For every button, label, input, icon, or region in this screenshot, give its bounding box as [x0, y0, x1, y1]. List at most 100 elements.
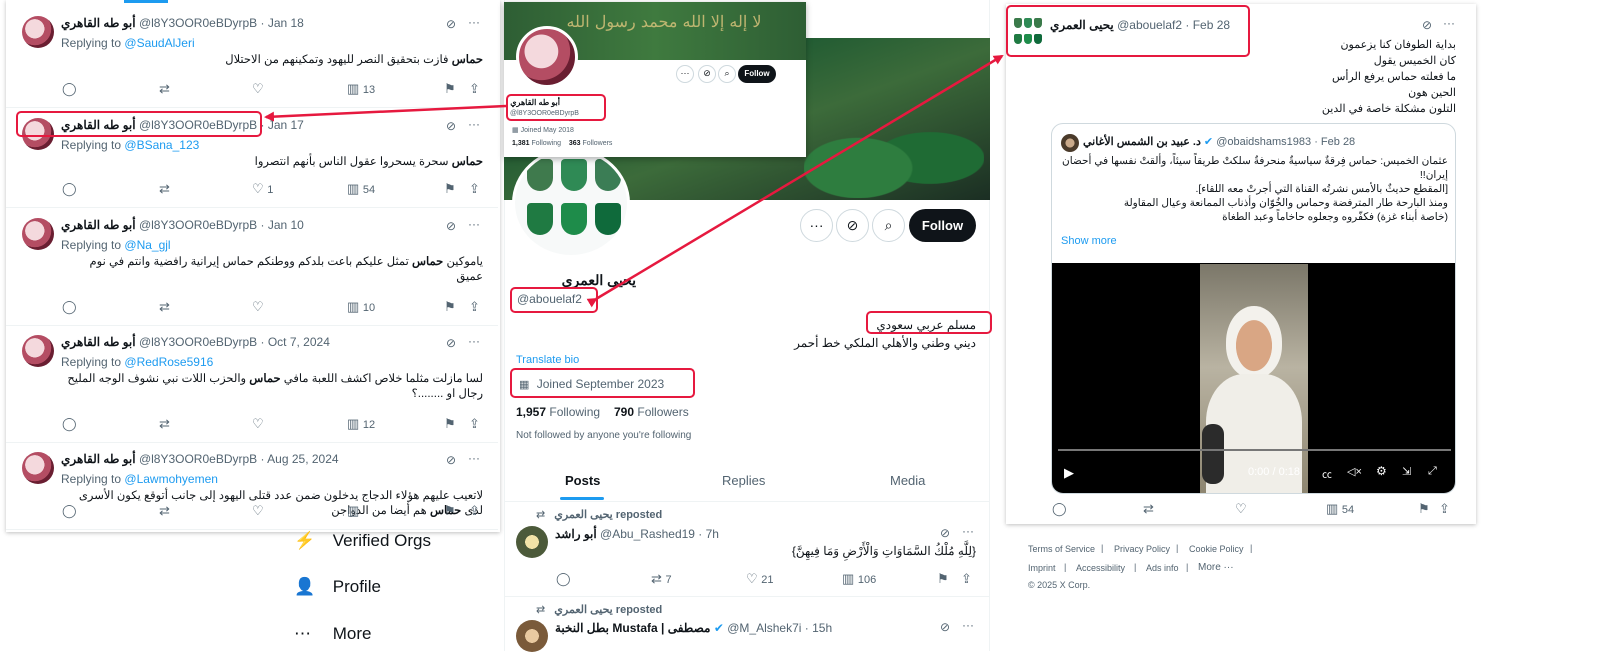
video-progress-bar[interactable]	[1058, 449, 1451, 451]
play-icon[interactable]: ▶	[1064, 465, 1074, 481]
grok-icon[interactable]: ⊘	[446, 453, 456, 467]
retweet-icon[interactable]: ⇄	[159, 299, 170, 315]
bookmark-icon[interactable]: ⚑	[937, 571, 949, 587]
reply-to-link[interactable]: @Na_gjl	[124, 238, 170, 252]
tab-media[interactable]: Media	[890, 473, 925, 488]
more-icon[interactable]: ···	[1443, 16, 1455, 30]
tweet-item[interactable]: أبو طه القاهري @l8Y3OOR0eBDyrpB · Jan 18…	[6, 8, 498, 108]
bookmark-icon[interactable]: ⚑	[1418, 501, 1430, 517]
bookmark-icon[interactable]: ⚑	[444, 81, 456, 97]
views-icon[interactable]: ▥ 13	[347, 81, 375, 97]
mute-icon[interactable]: ◁×	[1347, 465, 1362, 478]
share-icon[interactable]: ⇪	[469, 181, 480, 197]
bookmark-icon[interactable]: ⚑	[444, 503, 456, 519]
sidebar-item-more[interactable]: ⋯ More	[294, 624, 371, 644]
pip-icon[interactable]: ⇲	[1402, 465, 1411, 478]
footer-link-ads-info[interactable]: Ads info	[1146, 563, 1179, 573]
more-icon[interactable]: ···	[468, 15, 480, 29]
footer-link-cookie[interactable]: Cookie Policy	[1189, 544, 1244, 554]
sidebar-item-profile[interactable]: 👤 Profile	[294, 577, 381, 597]
views-icon[interactable]: ▥ 54	[1326, 501, 1354, 517]
grok-icon[interactable]: ⊘	[446, 17, 456, 31]
grok-icon[interactable]: ⊘	[940, 526, 950, 540]
like-icon[interactable]: ♡	[252, 416, 264, 432]
reply-to-link[interactable]: @RedRose5916	[124, 355, 213, 369]
like-icon[interactable]: ♡	[252, 299, 264, 315]
tweet-item[interactable]: أبو طه القاهري @l8Y3OOR0eBDyrpB · Aug 25…	[6, 444, 498, 530]
more-icon[interactable]: ···	[962, 618, 974, 632]
share-icon[interactable]: ⇪	[469, 299, 480, 315]
more-options-button[interactable]: ···	[800, 209, 833, 242]
reply-icon[interactable]: ◯	[556, 571, 571, 587]
reply-icon[interactable]: ◯	[62, 81, 77, 97]
share-icon[interactable]: ⇪	[961, 571, 972, 587]
views-icon[interactable]: ▥ 106	[842, 571, 876, 587]
grok-icon[interactable]: ⊘	[446, 336, 456, 350]
reply-to-link[interactable]: @SaudAlJeri	[124, 36, 194, 50]
tweet-item[interactable]: أبو طه القاهري @l8Y3OOR0eBDyrpB · Oct 7,…	[6, 327, 498, 443]
more-icon[interactable]: ···	[468, 217, 480, 231]
views-icon[interactable]: ▥ 10	[347, 299, 375, 315]
sidebar-item-verified-orgs[interactable]: ⚡ Verified Orgs	[294, 531, 431, 551]
show-more-link[interactable]: Show more	[1061, 235, 1117, 247]
reply-icon[interactable]: ◯	[62, 503, 77, 519]
share-icon[interactable]: ⇪	[469, 416, 480, 432]
more-options-button[interactable]: ···	[676, 65, 694, 83]
reply-to-link[interactable]: @BSana_123	[124, 138, 199, 152]
footer-link-imprint[interactable]: Imprint	[1028, 563, 1056, 573]
bookmark-icon[interactable]: ⚑	[444, 416, 456, 432]
video-player[interactable]: ▶ 0:00 / 0:18 ㏄ ◁× ⚙ ⇲ ⤢	[1052, 263, 1455, 493]
more-icon[interactable]: ···	[468, 451, 480, 465]
footer-link-more[interactable]: More ···	[1198, 562, 1234, 573]
search-icon[interactable]: ⌕	[872, 209, 905, 242]
reply-icon[interactable]: ◯	[62, 299, 77, 315]
like-icon[interactable]: ♡	[1235, 501, 1247, 517]
grok-icon[interactable]: ⊘	[1422, 18, 1432, 32]
following-stat[interactable]: 1,957 Following	[516, 405, 600, 419]
bookmark-icon[interactable]: ⚑	[444, 299, 456, 315]
bookmark-icon[interactable]: ⚑	[444, 181, 456, 197]
more-icon[interactable]: ···	[468, 334, 480, 348]
tab-replies[interactable]: Replies	[722, 473, 765, 488]
views-icon[interactable]: ▥ 12	[347, 416, 375, 432]
captions-icon[interactable]: ㏄	[1322, 466, 1332, 481]
grok-icon[interactable]: ⊘	[698, 65, 716, 83]
grok-icon[interactable]: ⊘	[836, 209, 869, 242]
retweet-icon[interactable]: ⇄ 7	[651, 571, 672, 587]
translate-bio-link[interactable]: Translate bio	[516, 354, 579, 366]
grok-icon[interactable]: ⊘	[446, 119, 456, 133]
follow-button[interactable]: Follow	[909, 209, 976, 242]
share-icon[interactable]: ⇪	[1439, 501, 1450, 517]
like-icon[interactable]: ♡	[252, 81, 264, 97]
retweet-icon[interactable]: ⇄	[159, 81, 170, 97]
like-icon[interactable]: ♡ 1	[252, 181, 273, 197]
retweet-icon[interactable]: ⇄	[159, 181, 170, 197]
like-icon[interactable]: ♡	[252, 503, 264, 519]
retweet-icon[interactable]: ⇄	[159, 503, 170, 519]
settings-icon[interactable]: ⚙	[1376, 464, 1387, 478]
retweet-icon[interactable]: ⇄	[1143, 501, 1154, 517]
fullscreen-icon[interactable]: ⤢	[1428, 465, 1437, 478]
more-icon[interactable]: ···	[962, 524, 974, 538]
follow-button[interactable]: Follow	[738, 65, 776, 83]
retweet-icon[interactable]: ⇄	[159, 416, 170, 432]
more-icon[interactable]: ···	[468, 117, 480, 131]
footer-link-terms[interactable]: Terms of Service	[1028, 544, 1095, 554]
reply-icon[interactable]: ◯	[1052, 501, 1067, 517]
tab-posts[interactable]: Posts	[565, 473, 600, 488]
quoted-tweet[interactable]: د. عبيد بن الشمس الأغاني ✔ @obaidshams19…	[1051, 123, 1456, 494]
reply-to-link[interactable]: @Lawmohyemen	[124, 472, 218, 486]
reply-icon[interactable]: ◯	[62, 416, 77, 432]
share-icon[interactable]: ⇪	[469, 503, 480, 519]
grok-icon[interactable]: ⊘	[446, 219, 456, 233]
search-icon[interactable]: ⌕	[718, 65, 736, 83]
tweet-item[interactable]: أبو طه القاهري @l8Y3OOR0eBDyrpB · Jan 10…	[6, 210, 498, 326]
footer-link-privacy[interactable]: Privacy Policy	[1114, 544, 1170, 554]
reply-icon[interactable]: ◯	[62, 181, 77, 197]
footer-link-accessibility[interactable]: Accessibility	[1076, 563, 1125, 573]
like-icon[interactable]: ♡ 21	[746, 571, 774, 587]
views-icon[interactable]: ▥ 54	[347, 181, 375, 197]
followers-stat[interactable]: 790 Followers	[614, 405, 689, 419]
share-icon[interactable]: ⇪	[469, 81, 480, 97]
views-icon[interactable]: ▥	[347, 503, 359, 519]
